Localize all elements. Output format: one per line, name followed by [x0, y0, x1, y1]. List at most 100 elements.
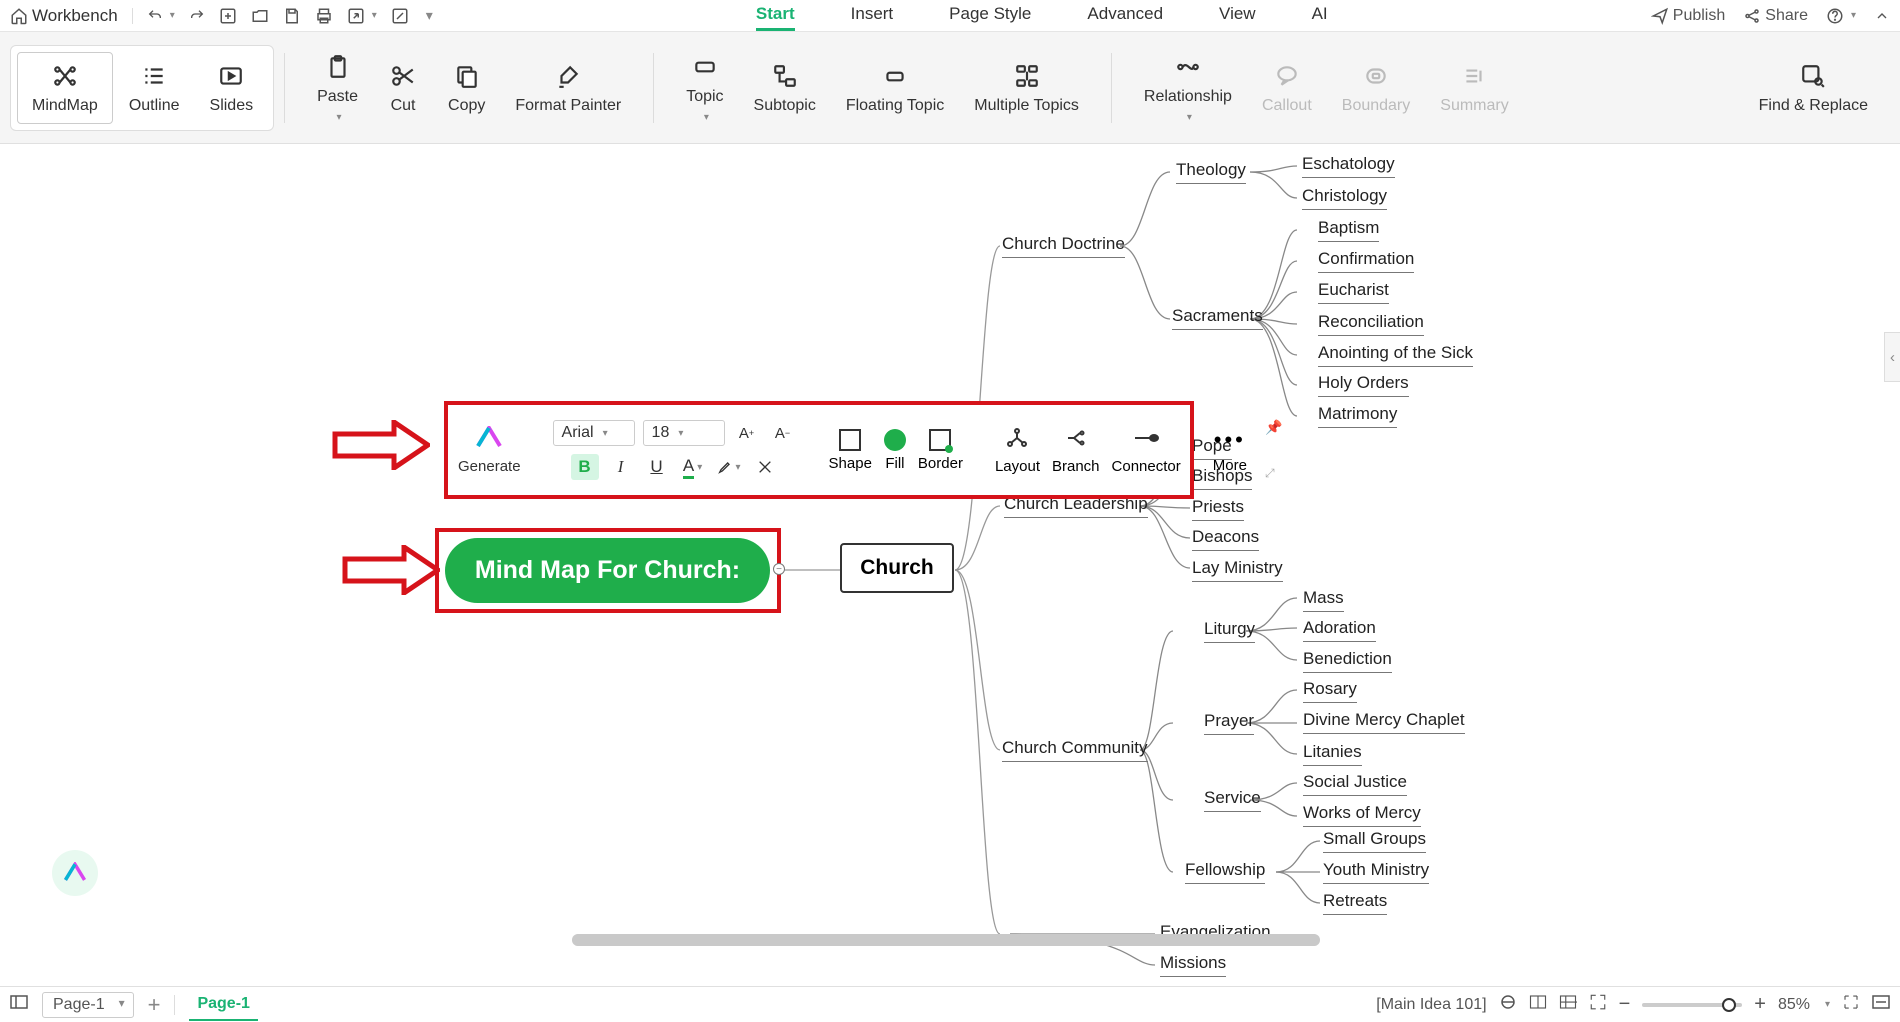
- subtopic-button[interactable]: Subtopic: [740, 53, 830, 123]
- find-replace-button[interactable]: Find & Replace: [1745, 53, 1882, 123]
- topic-church-doctrine[interactable]: Church Doctrine: [1002, 234, 1125, 258]
- highlight-button[interactable]: ▾: [715, 454, 743, 480]
- tab-page-style[interactable]: Page Style: [949, 0, 1031, 31]
- open-button[interactable]: [251, 7, 269, 25]
- leaf-eucharist[interactable]: Eucharist: [1318, 280, 1389, 304]
- more-qa-button[interactable]: ▾: [423, 7, 433, 24]
- presentation-button[interactable]: [1559, 994, 1577, 1015]
- tab-advanced[interactable]: Advanced: [1087, 0, 1163, 31]
- leaf-deacons[interactable]: Deacons: [1192, 527, 1259, 551]
- expand-toolbar-button[interactable]: ⤢: [1265, 466, 1282, 481]
- fill-button[interactable]: Fill: [884, 429, 906, 472]
- minimize-panel-button[interactable]: [1872, 995, 1890, 1014]
- central-topic[interactable]: Mind Map For Church:: [445, 538, 770, 603]
- home-button[interactable]: Workbench: [10, 6, 118, 26]
- fullscreen-button[interactable]: [1842, 993, 1860, 1016]
- branch-button[interactable]: Branch: [1052, 426, 1100, 475]
- font-family-select[interactable]: Arial▾: [553, 420, 635, 446]
- copy-button[interactable]: Copy: [434, 53, 499, 123]
- connector-button[interactable]: Connector: [1112, 426, 1181, 475]
- leaf-mass[interactable]: Mass: [1303, 588, 1344, 612]
- floating-topic-button[interactable]: Floating Topic: [832, 53, 958, 123]
- decrease-font-button[interactable]: A−: [769, 420, 797, 446]
- theme-button[interactable]: [1499, 993, 1517, 1016]
- page-list-toggle[interactable]: [10, 995, 28, 1014]
- add-page-button[interactable]: +: [148, 992, 161, 1018]
- right-panel-toggle[interactable]: ‹: [1884, 332, 1900, 382]
- bold-button[interactable]: B: [571, 454, 599, 480]
- leaf-eschatology[interactable]: Eschatology: [1302, 154, 1395, 178]
- topic-church[interactable]: Church: [840, 543, 954, 593]
- view-mindmap-button[interactable]: MindMap: [17, 52, 113, 124]
- mindmap-canvas[interactable]: Mind Map For Church: − Church Church Doc…: [0, 148, 1900, 986]
- new-button[interactable]: [219, 7, 237, 25]
- increase-font-button[interactable]: A+: [733, 420, 761, 446]
- leaf-priests[interactable]: Priests: [1192, 497, 1244, 521]
- topic-liturgy[interactable]: Liturgy: [1204, 619, 1255, 643]
- underline-button[interactable]: U: [643, 454, 671, 480]
- format-painter-button[interactable]: Format Painter: [501, 53, 635, 123]
- leaf-confirmation[interactable]: Confirmation: [1318, 249, 1414, 273]
- view-outline-button[interactable]: Outline: [115, 53, 194, 123]
- layout-button[interactable]: Layout: [995, 426, 1040, 475]
- export-button[interactable]: ▾: [347, 7, 377, 25]
- leaf-holy-orders[interactable]: Holy Orders: [1318, 373, 1409, 397]
- relationship-button[interactable]: Relationship ▾: [1130, 44, 1246, 131]
- ai-generate-button[interactable]: Generate: [458, 426, 521, 475]
- tab-insert[interactable]: Insert: [851, 0, 894, 31]
- clear-format-button[interactable]: [751, 454, 779, 480]
- view-slides-button[interactable]: Slides: [196, 53, 268, 123]
- ai-assistant-bubble[interactable]: [52, 850, 98, 896]
- leaf-baptism[interactable]: Baptism: [1318, 218, 1379, 242]
- summary-button[interactable]: Summary: [1426, 53, 1522, 123]
- publish-button[interactable]: Publish: [1651, 7, 1725, 25]
- pin-toolbar-button[interactable]: 📌: [1265, 419, 1282, 436]
- page-select[interactable]: Page-1: [42, 992, 134, 1018]
- leaf-anointing[interactable]: Anointing of the Sick: [1318, 343, 1473, 367]
- share-button[interactable]: Share: [1743, 7, 1808, 25]
- leaf-reconciliation[interactable]: Reconciliation: [1318, 312, 1424, 336]
- border-button[interactable]: Border: [918, 429, 963, 472]
- leaf-social-justice[interactable]: Social Justice: [1303, 772, 1407, 796]
- print-button[interactable]: [315, 7, 333, 25]
- boundary-button[interactable]: Boundary: [1328, 53, 1425, 123]
- zoom-value[interactable]: 85%: [1778, 996, 1810, 1014]
- topic-theology[interactable]: Theology: [1176, 160, 1246, 184]
- tab-view[interactable]: View: [1219, 0, 1256, 31]
- redo-button[interactable]: [189, 8, 205, 24]
- font-size-select[interactable]: 18▾: [643, 420, 725, 446]
- callout-button[interactable]: Callout: [1248, 53, 1326, 123]
- leaf-divine-mercy[interactable]: Divine Mercy Chaplet: [1303, 710, 1465, 734]
- leaf-adoration[interactable]: Adoration: [1303, 618, 1376, 642]
- tab-ai[interactable]: AI: [1312, 0, 1328, 31]
- leaf-works-of-mercy[interactable]: Works of Mercy: [1303, 803, 1421, 827]
- page-tab[interactable]: Page-1: [189, 989, 257, 1021]
- topic-missions[interactable]: Missions: [1160, 953, 1226, 977]
- edit-button[interactable]: [391, 7, 409, 25]
- shape-button[interactable]: Shape: [829, 429, 872, 472]
- zoom-in-button[interactable]: +: [1754, 993, 1766, 1016]
- leaf-youth-ministry[interactable]: Youth Ministry: [1323, 860, 1429, 884]
- more-button[interactable]: •••More: [1213, 427, 1247, 474]
- italic-button[interactable]: I: [607, 454, 635, 480]
- leaf-lay-ministry[interactable]: Lay Ministry: [1192, 558, 1283, 582]
- cut-button[interactable]: Cut: [374, 53, 432, 123]
- leaf-retreats[interactable]: Retreats: [1323, 891, 1387, 915]
- multiple-topics-button[interactable]: Multiple Topics: [960, 53, 1093, 123]
- horizontal-scrollbar[interactable]: [572, 934, 1320, 946]
- leaf-litanies[interactable]: Litanies: [1303, 742, 1362, 766]
- collapse-handle[interactable]: −: [773, 563, 785, 575]
- zoom-slider[interactable]: [1642, 1003, 1742, 1007]
- leaf-matrimony[interactable]: Matrimony: [1318, 404, 1397, 428]
- tab-start[interactable]: Start: [756, 0, 795, 31]
- leaf-rosary[interactable]: Rosary: [1303, 679, 1357, 703]
- topic-church-community[interactable]: Church Community: [1002, 738, 1148, 762]
- zoom-out-button[interactable]: −: [1619, 993, 1631, 1016]
- fit-page-button[interactable]: [1589, 993, 1607, 1016]
- topic-service[interactable]: Service: [1204, 788, 1261, 812]
- font-color-button[interactable]: A▾: [679, 454, 707, 480]
- save-button[interactable]: [283, 7, 301, 25]
- reading-view-button[interactable]: [1529, 994, 1547, 1015]
- collapse-ribbon-button[interactable]: [1874, 8, 1890, 24]
- leaf-benediction[interactable]: Benediction: [1303, 649, 1392, 673]
